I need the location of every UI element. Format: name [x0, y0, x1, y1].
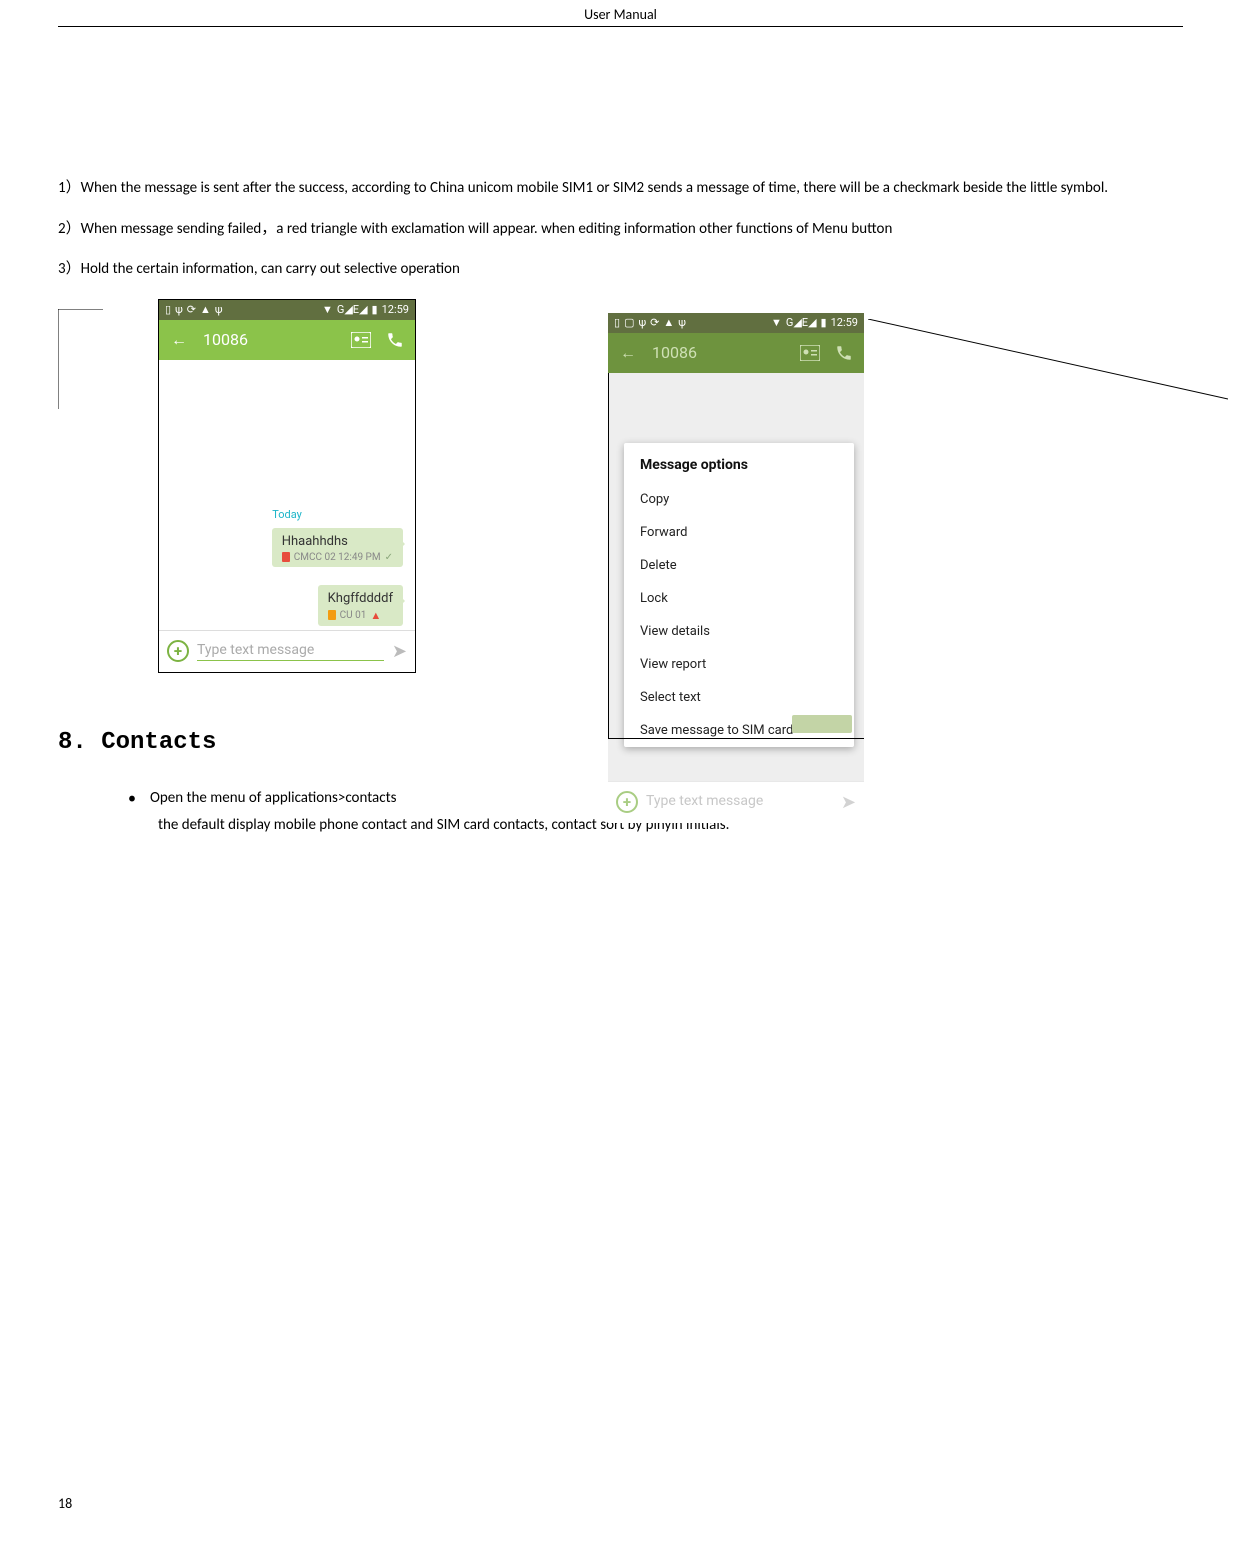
sim-indicator-icon	[282, 552, 290, 562]
call-icon	[834, 343, 854, 363]
sync-icon: ⟳	[650, 316, 659, 329]
dialog-backdrop: Message options Copy Forward Delete Lock…	[608, 373, 864, 781]
status-time: 12:59	[831, 316, 858, 329]
message-text: Khgffddddf	[328, 591, 393, 606]
message-bubble-1[interactable]: Hhaahhdhs CMCC 02 12:49 PM ✓	[272, 528, 403, 567]
screenshots-row: ▯ ψ ⟳ ▲ ψ ▼ G◢E◢ ▮ 12:59 ← 10086	[58, 299, 1183, 709]
usb-icon: ψ	[175, 303, 183, 316]
option-delete[interactable]: Delete	[624, 549, 854, 582]
paragraph-2: 2）When message sending failed，a red tria…	[58, 218, 1183, 241]
send-failed-icon: ▲	[370, 609, 381, 622]
sim-icon: ▯	[165, 303, 171, 316]
message-thread[interactable]: Today Hhaahhdhs CMCC 02 12:49 PM ✓ Khgff…	[159, 360, 415, 630]
screenshot-2-frame: ▯ ▢ ψ ⟳ ▲ ψ ▼ G◢E◢ ▮ 12:59 ←	[608, 313, 864, 823]
usb-icon: ψ	[638, 316, 646, 329]
app-bar: ← 10086	[159, 320, 415, 360]
page-header-title: User Manual	[58, 0, 1183, 27]
warning-icon: ▲	[200, 303, 211, 316]
signal-text: G◢E◢	[337, 303, 368, 316]
dialog-title: Message options	[624, 443, 854, 483]
status-bar: ▯ ψ ⟳ ▲ ψ ▼ G◢E◢ ▮ 12:59	[159, 300, 415, 320]
signal-text: G◢E◢	[786, 316, 817, 329]
status-time: 12:59	[382, 303, 409, 316]
phone-2: ▯ ▢ ψ ⟳ ▲ ψ ▼ G◢E◢ ▮ 12:59 ←	[608, 313, 864, 823]
contact-card-icon[interactable]	[351, 330, 371, 350]
callout-line-right	[868, 319, 1228, 419]
attach-button[interactable]: +	[167, 640, 189, 662]
message-input-bar-dimmed: + Type text message ➤	[608, 781, 864, 823]
contact-card-icon	[800, 343, 820, 363]
wifi-icon: ▼	[322, 303, 333, 316]
sync-icon: ⟳	[187, 303, 196, 316]
sent-check-icon: ✓	[385, 552, 393, 563]
back-icon: ←	[618, 343, 638, 363]
message-text: Hhaahhdhs	[282, 534, 393, 549]
message-input: Type text message	[646, 793, 833, 811]
usb-icon-2: ψ	[678, 316, 686, 329]
send-button[interactable]: ➤	[392, 641, 407, 662]
message-meta: CU 01	[340, 610, 367, 621]
bullet-icon: •	[128, 786, 136, 812]
phone-1: ▯ ψ ⟳ ▲ ψ ▼ G◢E◢ ▮ 12:59 ← 10086	[159, 300, 415, 672]
option-view-details[interactable]: View details	[624, 615, 854, 648]
message-meta: CMCC 02 12:49 PM	[294, 552, 381, 563]
app-bar-dimmed: ← 10086	[608, 333, 864, 373]
option-select-text[interactable]: Select text	[624, 681, 854, 714]
dimmed-bubble	[792, 715, 852, 733]
message-input-bar: + Type text message ➤	[159, 630, 415, 672]
attach-button: +	[616, 791, 638, 813]
option-lock[interactable]: Lock	[624, 582, 854, 615]
conversation-title: 10086	[203, 330, 337, 349]
battery-icon: ▮	[372, 303, 378, 316]
message-bubble-2[interactable]: Khgffddddf CU 01 ▲	[318, 585, 403, 626]
date-divider: Today	[159, 508, 415, 521]
paragraph-3: 3）Hold the certain information, can carr…	[58, 258, 1183, 281]
bullet-1-text: Open the menu of applications>contacts	[150, 786, 397, 812]
usb-icon-2: ψ	[215, 303, 223, 316]
battery-icon: ▮	[821, 316, 827, 329]
paragraph-1: 1）When the message is sent after the suc…	[58, 177, 1183, 200]
sim-indicator-icon	[328, 610, 336, 620]
option-forward[interactable]: Forward	[624, 516, 854, 549]
sim-icon: ▯	[614, 316, 620, 329]
send-button: ➤	[841, 792, 856, 813]
conversation-title: 10086	[652, 343, 786, 362]
back-icon[interactable]: ←	[169, 330, 189, 350]
screenshot-1-frame: ▯ ψ ⟳ ▲ ψ ▼ G◢E◢ ▮ 12:59 ← 10086	[158, 299, 416, 673]
status-bar: ▯ ▢ ψ ⟳ ▲ ψ ▼ G◢E◢ ▮ 12:59	[608, 313, 864, 333]
message-input[interactable]: Type text message	[197, 642, 384, 661]
message-options-dialog: Message options Copy Forward Delete Lock…	[624, 443, 854, 747]
page-number: 18	[58, 1495, 72, 1512]
wifi-icon: ▼	[771, 316, 782, 329]
option-copy[interactable]: Copy	[624, 483, 854, 516]
app-icon: ▢	[624, 316, 634, 329]
option-view-report[interactable]: View report	[624, 648, 854, 681]
call-icon[interactable]	[385, 330, 405, 350]
warning-icon: ▲	[663, 316, 674, 329]
